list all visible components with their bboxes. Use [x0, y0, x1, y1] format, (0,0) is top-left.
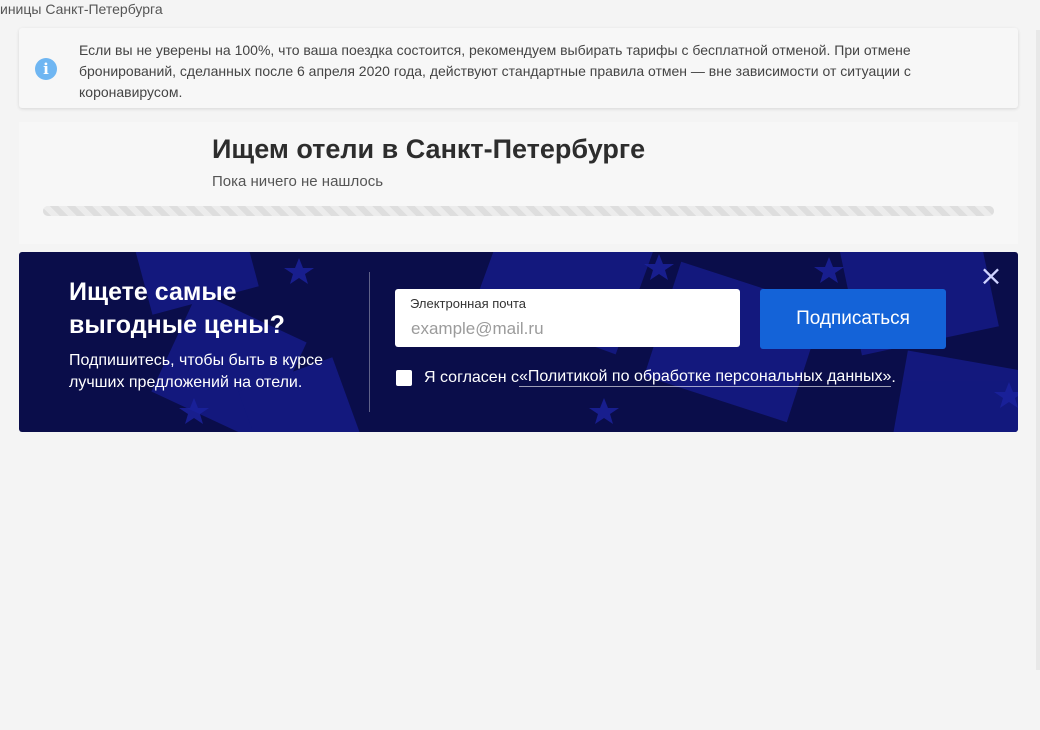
covid-info-notice: i Если вы не уверены на 100%, что ваша п… — [19, 28, 1018, 108]
banner-divider — [369, 272, 370, 412]
subscribe-banner: Ищете самые выгодные цены? Подпишитесь, … — [19, 252, 1018, 432]
page-title: Ищем отели в Санкт-Петербурге — [212, 134, 646, 164]
close-icon[interactable]: × — [979, 262, 1003, 290]
search-progress-bar — [43, 206, 994, 216]
banner-subtitle: Подпишитесь, чтобы быть в курсе лучших п… — [69, 352, 324, 391]
privacy-policy-link[interactable]: «Политикой по обработке персональных дан… — [518, 368, 892, 387]
subscribe-button[interactable]: Подписаться — [760, 289, 946, 349]
consent-row: Я согласен с «Политикой по обработке пер… — [396, 368, 896, 387]
info-text: Если вы не уверены на 100%, что ваша пое… — [79, 42, 911, 100]
consent-suffix: . — [891, 368, 896, 386]
info-icon: i — [35, 58, 57, 80]
email-field[interactable]: Электронная почта — [395, 289, 740, 347]
banner-title: Ищете самые выгодные цены? — [69, 278, 285, 339]
email-input[interactable] — [409, 315, 723, 343]
breadcrumb: иницы Санкт-Петербурга — [0, 1, 163, 17]
search-status-text: Пока ничего не нашлось — [212, 173, 384, 190]
search-status-card: Ищем отели в Санкт-Петербурге Пока ничег… — [19, 122, 1018, 244]
email-field-label: Электронная почта — [410, 296, 527, 311]
consent-checkbox[interactable] — [396, 369, 412, 386]
consent-prefix: Я согласен с — [424, 368, 519, 386]
page-scroll-edge — [1036, 30, 1040, 670]
